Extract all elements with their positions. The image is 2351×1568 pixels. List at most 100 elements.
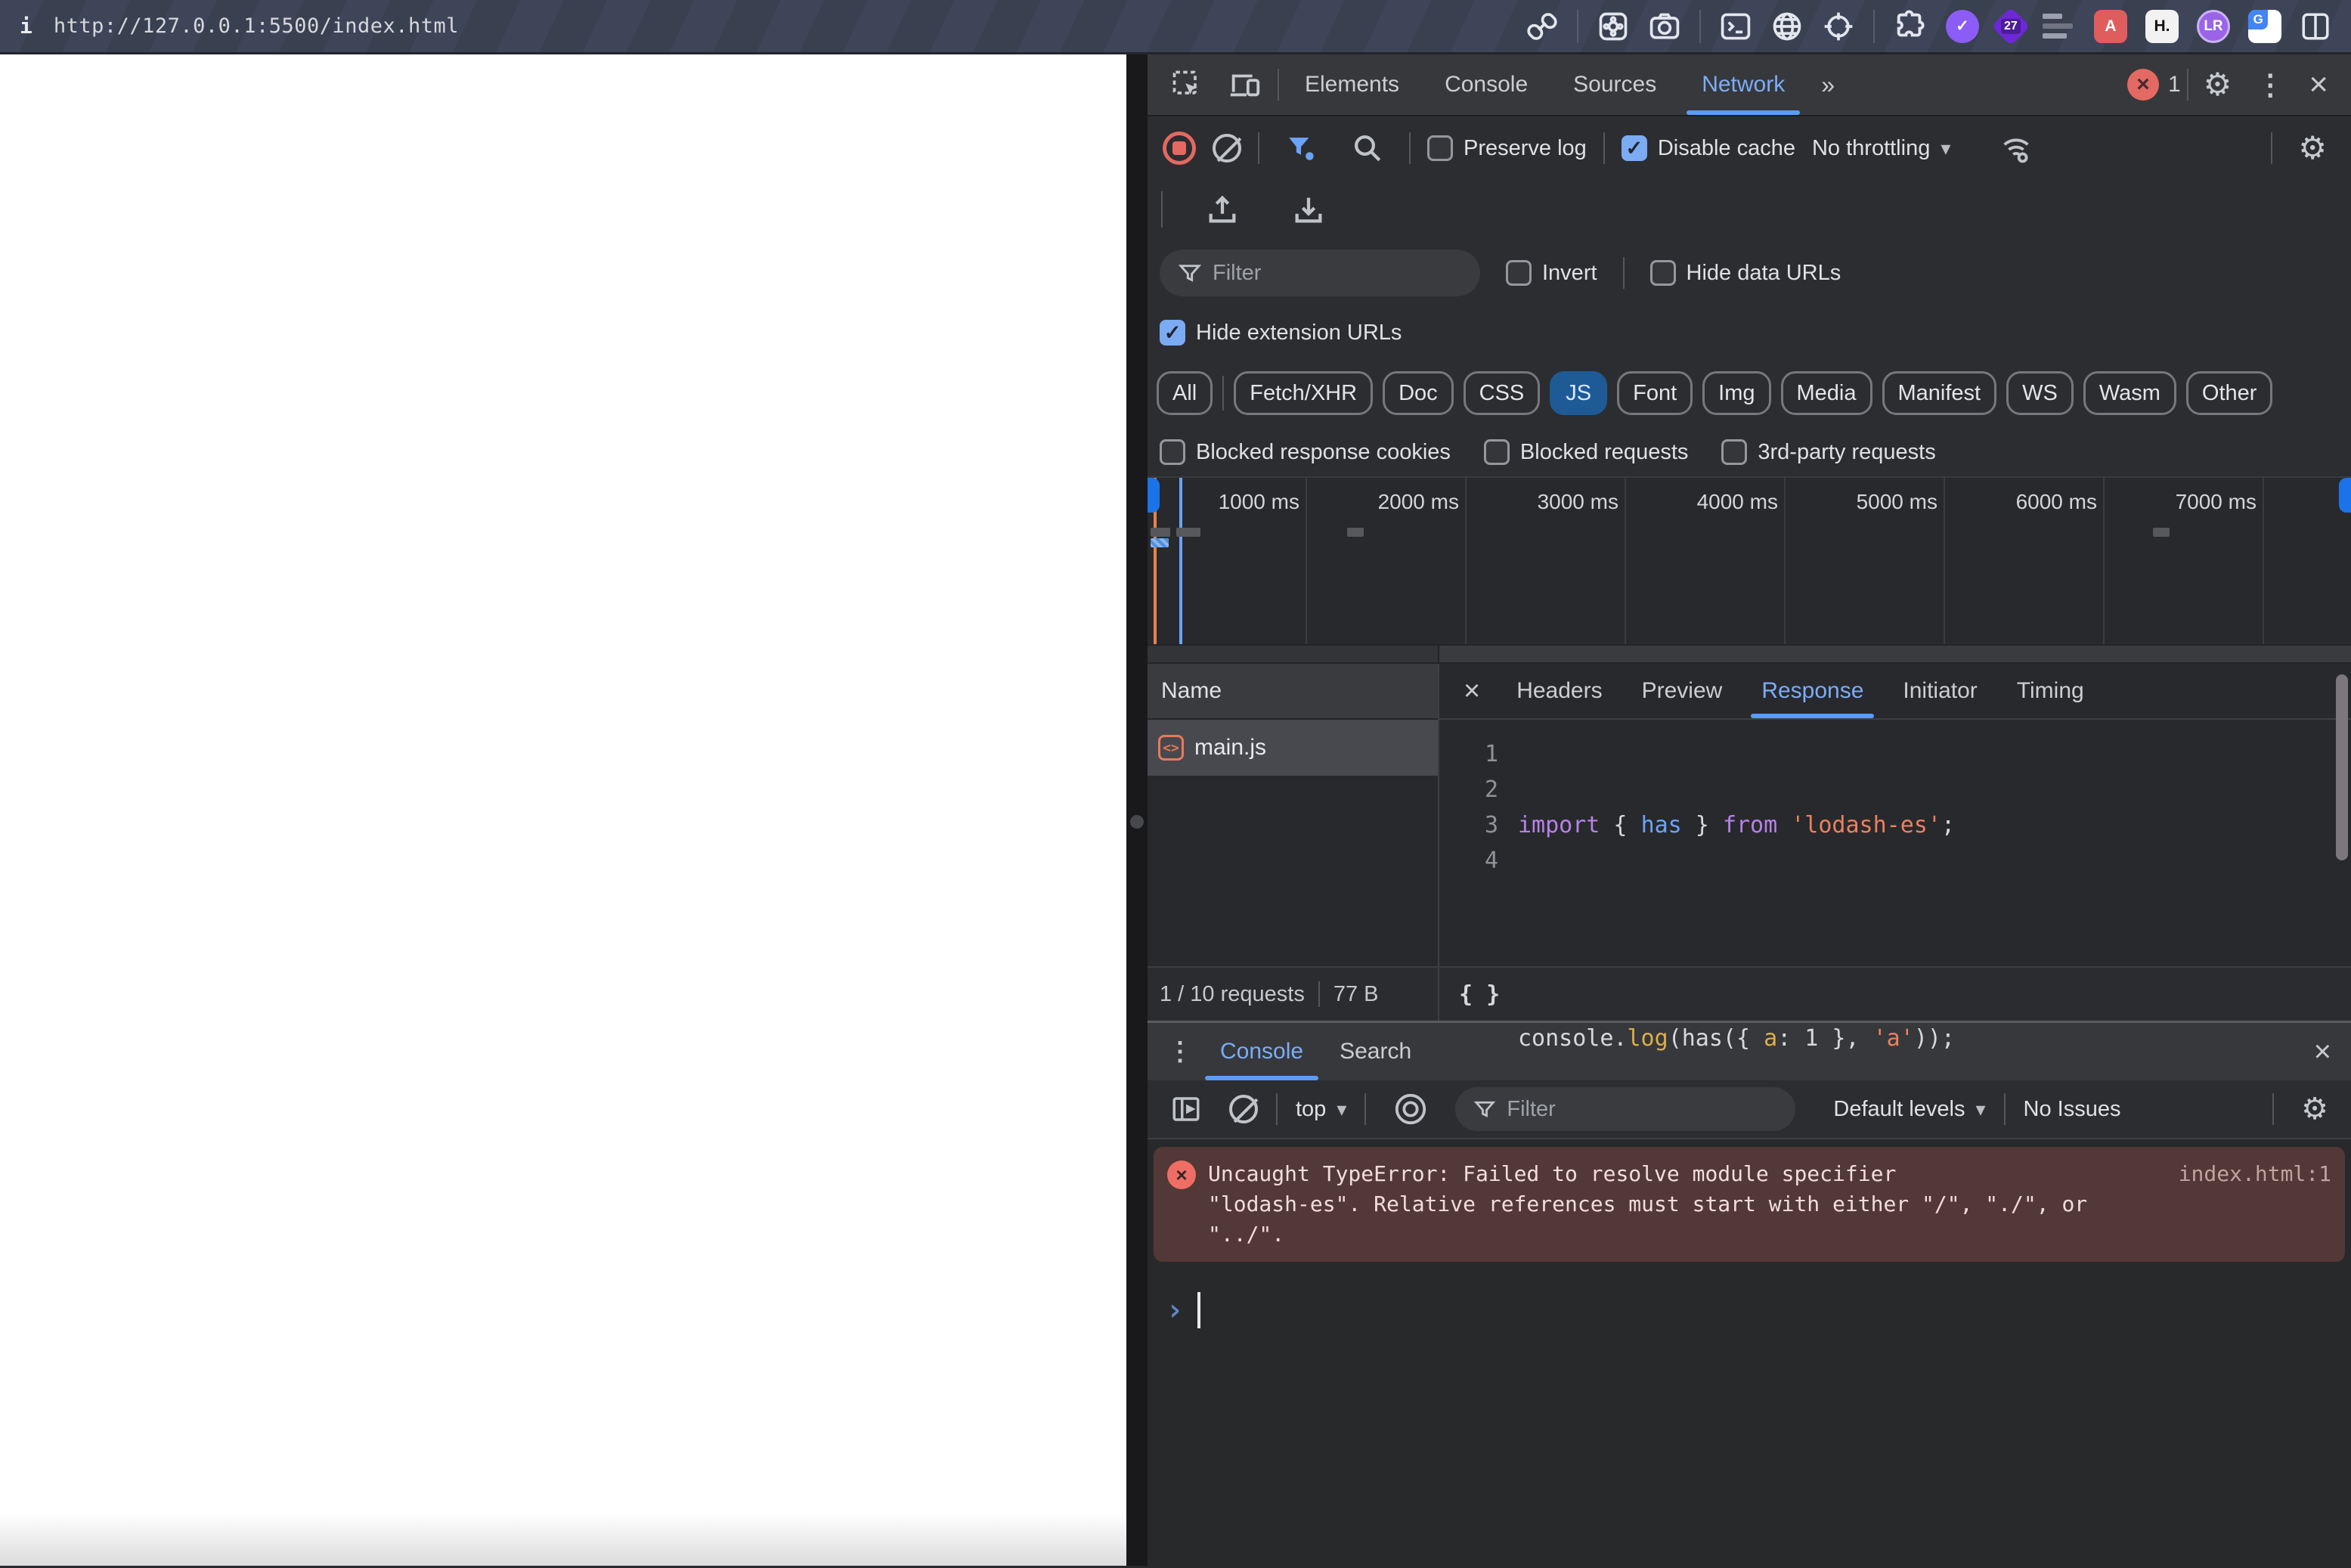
text-caret bbox=[1197, 1292, 1201, 1328]
divider bbox=[1161, 191, 1163, 228]
checkbox-unchecked[interactable] bbox=[1721, 439, 1748, 465]
drawer-kebab-menu-icon[interactable]: ⋮ bbox=[1158, 1037, 1202, 1067]
chip-css[interactable]: CSS bbox=[1463, 371, 1541, 415]
page-content bbox=[0, 54, 1126, 1566]
chip-fetch-xhr[interactable]: Fetch/XHR bbox=[1234, 371, 1374, 415]
blocked-requests-checkbox[interactable]: Blocked requests bbox=[1483, 439, 1688, 465]
terminal-extension-icon[interactable] bbox=[1719, 10, 1752, 43]
request-row-main-js[interactable]: <> main.js bbox=[1148, 720, 1438, 776]
chip-doc[interactable]: Doc bbox=[1383, 371, 1454, 415]
chip-font[interactable]: Font bbox=[1617, 371, 1693, 415]
overview-scroll-strip[interactable] bbox=[1148, 644, 2351, 664]
network-overview-timeline[interactable]: 1000 ms 2000 ms 3000 ms 4000 ms 5000 ms … bbox=[1148, 476, 2351, 644]
live-expression-eye-icon[interactable] bbox=[1384, 1092, 1437, 1126]
checkbox-unchecked[interactable] bbox=[1649, 260, 1676, 286]
extensions-puzzle-icon[interactable] bbox=[1893, 9, 1928, 44]
import-har-icon[interactable] bbox=[1196, 192, 1249, 227]
clear-console-icon[interactable] bbox=[1229, 1095, 1258, 1123]
divider bbox=[2271, 132, 2273, 164]
chip-other[interactable]: Other bbox=[2185, 371, 2273, 415]
extension-badge-lr-icon[interactable]: LR bbox=[2197, 9, 2230, 43]
response-code-viewer[interactable]: 1234 import { has } from 'lodash-es'; co… bbox=[1439, 720, 2351, 1234]
extension-badge-translate-red-icon[interactable]: A bbox=[2094, 9, 2127, 43]
checkbox-unchecked[interactable] bbox=[1506, 260, 1532, 286]
context-selector-dropdown[interactable]: top bbox=[1296, 1097, 1346, 1122]
share-link-icon[interactable] bbox=[1526, 10, 1559, 43]
devtools-resize-handle[interactable] bbox=[1126, 54, 1148, 1566]
name-column-header[interactable]: Name bbox=[1148, 664, 1438, 720]
chip-media[interactable]: Media bbox=[1780, 371, 1872, 415]
tab-response[interactable]: Response bbox=[1745, 664, 1880, 718]
checkbox-unchecked[interactable] bbox=[1483, 439, 1510, 465]
checkbox-checked[interactable] bbox=[1160, 320, 1185, 346]
preserve-log-checkbox[interactable]: Preserve log bbox=[1427, 135, 1587, 161]
tab-timing[interactable]: Timing bbox=[2000, 664, 2101, 718]
record-network-log-icon[interactable] bbox=[1163, 132, 1196, 165]
resource-type-filter-row: All Fetch/XHR Doc CSS JS Font Img Media … bbox=[1148, 358, 2351, 428]
detail-scrollbar-thumb[interactable] bbox=[2336, 674, 2348, 860]
tab-headers[interactable]: Headers bbox=[1500, 664, 1618, 718]
selected-request-bar bbox=[1151, 538, 1169, 547]
photo-extension-icon[interactable] bbox=[1597, 10, 1630, 43]
tab-console[interactable]: Console bbox=[1425, 54, 1547, 115]
hide-data-urls-checkbox[interactable]: Hide data URLs bbox=[1649, 260, 1841, 286]
checkbox-unchecked[interactable] bbox=[1427, 135, 1453, 161]
chip-all[interactable]: All bbox=[1157, 371, 1213, 415]
screenshot-camera-icon[interactable] bbox=[1648, 10, 1681, 43]
checkbox-checked[interactable] bbox=[1621, 135, 1647, 161]
divider bbox=[1873, 9, 1875, 43]
transferred-size: 77 B bbox=[1333, 981, 1379, 1006]
drawer-tab-console[interactable]: Console bbox=[1202, 1023, 1321, 1080]
info-icon[interactable]: i bbox=[20, 14, 33, 39]
chip-ws[interactable]: WS bbox=[2006, 371, 2074, 415]
throttling-dropdown[interactable]: No throttling bbox=[1812, 136, 1950, 161]
more-tabs-icon[interactable]: » bbox=[1810, 71, 1847, 99]
overview-right-grip[interactable] bbox=[2339, 478, 2351, 513]
filter-funnel-icon[interactable] bbox=[1276, 132, 1326, 164]
network-settings-gear-icon[interactable]: ⚙ bbox=[2289, 132, 2336, 164]
kebab-menu-icon[interactable]: ⋮ bbox=[2247, 68, 2294, 102]
tab-elements[interactable]: Elements bbox=[1285, 54, 1419, 115]
tab-sources[interactable]: Sources bbox=[1553, 54, 1676, 115]
console-sidebar-toggle-icon[interactable] bbox=[1161, 1093, 1211, 1125]
invert-checkbox[interactable]: Invert bbox=[1506, 260, 1597, 286]
close-detail-icon[interactable]: × bbox=[1450, 675, 1494, 708]
chip-js[interactable]: JS bbox=[1550, 371, 1608, 415]
chip-manifest[interactable]: Manifest bbox=[1882, 371, 1997, 415]
network-filter-field[interactable] bbox=[1160, 249, 1480, 296]
hide-extension-urls-checkbox[interactable]: Hide extension URLs bbox=[1160, 320, 1402, 346]
error-count-badge[interactable]: × 1 bbox=[2126, 69, 2181, 101]
chip-wasm[interactable]: Wasm bbox=[2083, 371, 2176, 415]
blocked-response-cookies-checkbox[interactable]: Blocked response cookies bbox=[1160, 439, 1451, 465]
inspect-element-icon[interactable] bbox=[1161, 68, 1213, 101]
settings-gear-icon[interactable]: ⚙ bbox=[2195, 69, 2241, 101]
close-devtools-icon[interactable]: × bbox=[2300, 66, 2337, 104]
export-har-icon[interactable] bbox=[1282, 192, 1335, 227]
network-filter-input[interactable] bbox=[1213, 260, 1462, 286]
network-conditions-icon[interactable] bbox=[1990, 131, 2043, 166]
device-toolbar-icon[interactable] bbox=[1219, 67, 1272, 102]
console-prompt[interactable]: › bbox=[1154, 1292, 2345, 1328]
extension-badge-check-icon[interactable]: ✓ bbox=[1946, 9, 1979, 43]
tab-preview[interactable]: Preview bbox=[1625, 664, 1739, 718]
search-icon[interactable] bbox=[1343, 132, 1392, 164]
third-party-requests-checkbox[interactable]: 3rd-party requests bbox=[1721, 439, 1936, 465]
split-view-icon[interactable] bbox=[2300, 11, 2331, 42]
request-bar bbox=[1151, 528, 1170, 537]
extension-badge-h-icon[interactable]: H. bbox=[2145, 9, 2179, 43]
tab-network[interactable]: Network bbox=[1682, 54, 1804, 115]
globe-extension-icon[interactable] bbox=[1770, 10, 1804, 43]
chip-img[interactable]: Img bbox=[1702, 371, 1771, 415]
overview-left-grip[interactable] bbox=[1148, 478, 1160, 513]
checkbox-unchecked[interactable] bbox=[1160, 439, 1185, 465]
google-translate-extension-icon[interactable]: G bbox=[2248, 9, 2281, 43]
reading-list-icon[interactable] bbox=[2043, 14, 2076, 39]
clear-network-log-icon[interactable] bbox=[1213, 134, 1241, 163]
tab-initiator[interactable]: Initiator bbox=[1886, 664, 1993, 718]
picker-crosshair-icon[interactable] bbox=[1822, 10, 1855, 43]
extension-badge-calendar-icon[interactable]: 27 bbox=[1991, 7, 2030, 45]
drawer-tab-search[interactable]: Search bbox=[1321, 1023, 1429, 1080]
address-url[interactable]: http://127.0.0.1:5500/index.html bbox=[54, 14, 459, 38]
disable-cache-checkbox[interactable]: Disable cache bbox=[1621, 135, 1795, 161]
